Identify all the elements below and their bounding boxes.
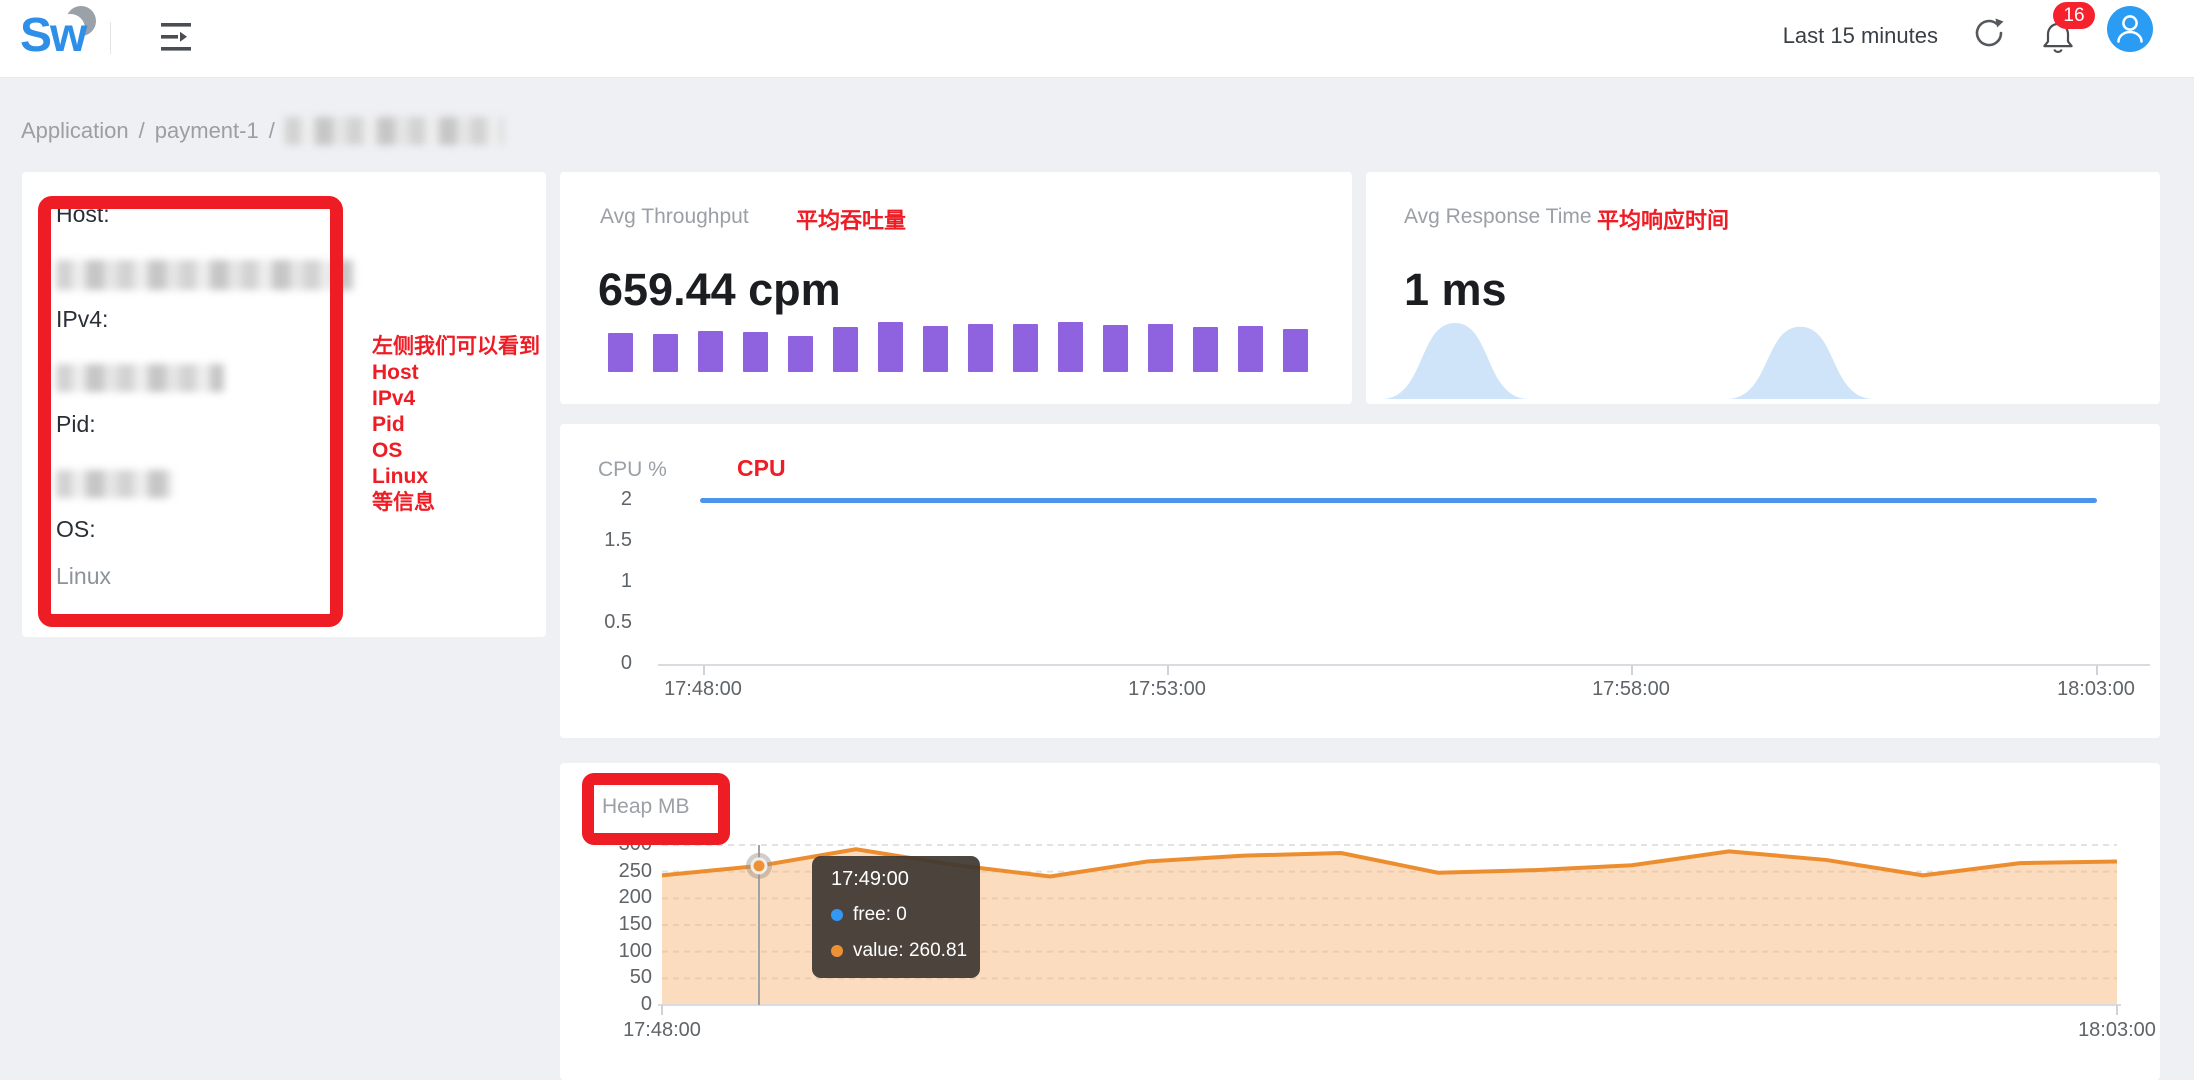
annotation-note-line: Host bbox=[372, 360, 540, 386]
cpu-chart-title: CPU % bbox=[598, 458, 667, 482]
throughput-bar[interactable] bbox=[743, 332, 768, 372]
topbar-divider bbox=[110, 22, 111, 54]
cpu-chart-card[interactable]: CPU % CPU 2 1.5 1 0.5 0 17:48:00 17:53:00 17:5… bbox=[560, 424, 2160, 738]
throughput-bar[interactable] bbox=[1103, 325, 1128, 372]
annotation-note-line: 等信息 bbox=[372, 490, 540, 516]
heap-y-tick-label: 100 bbox=[582, 940, 652, 963]
cpu-x-tick-label: 17:48:00 bbox=[638, 678, 768, 701]
cpu-y-tick-label: 0.5 bbox=[562, 611, 632, 634]
throughput-bar[interactable] bbox=[608, 333, 633, 372]
throughput-bar[interactable] bbox=[1283, 329, 1308, 372]
heap-x-start-label: 17:48:00 bbox=[597, 1019, 727, 1042]
annotation-red-box-host bbox=[38, 196, 343, 627]
annotation-note-line: IPv4 bbox=[372, 386, 540, 412]
annotation-note-line: Linux bbox=[372, 464, 540, 490]
annotation-left-note: 左侧我们可以看到HostIPv4PidOSLinux等信息 bbox=[372, 334, 540, 516]
heap-y-tick-label: 150 bbox=[582, 913, 652, 936]
throughput-bar[interactable] bbox=[1238, 326, 1263, 372]
throughput-bar[interactable] bbox=[1013, 324, 1038, 372]
breadcrumb-separator: / bbox=[139, 118, 145, 144]
annotation-note-line: OS bbox=[372, 438, 540, 464]
cpu-x-tick-label: 17:53:00 bbox=[1102, 678, 1232, 701]
throughput-bar[interactable] bbox=[788, 336, 813, 372]
breadcrumb-separator: / bbox=[269, 118, 275, 144]
cpu-x-tick-label: 17:58:00 bbox=[1566, 678, 1696, 701]
throughput-bar[interactable] bbox=[968, 324, 993, 372]
top-bar: Sw Last 15 minutes 16 bbox=[0, 0, 2194, 78]
user-avatar[interactable] bbox=[2107, 6, 2153, 52]
cpu-y-tick-label: 0 bbox=[562, 652, 632, 675]
breadcrumb-service[interactable]: payment-1 bbox=[155, 118, 259, 144]
breadcrumb-application[interactable]: Application bbox=[21, 118, 129, 144]
response-bump bbox=[1381, 323, 1529, 399]
throughput-bar[interactable] bbox=[1058, 322, 1083, 372]
throughput-value: 659.44 cpm bbox=[598, 264, 841, 316]
heap-area-chart[interactable] bbox=[560, 763, 2160, 1080]
response-bump bbox=[1726, 327, 1874, 399]
heap-x-end-label: 18:03:00 bbox=[2052, 1019, 2182, 1042]
cpu-line-series bbox=[700, 498, 2097, 503]
throughput-bar[interactable] bbox=[1148, 324, 1173, 372]
notification-count-badge: 16 bbox=[2053, 2, 2095, 29]
cpu-y-tick-label: 1.5 bbox=[562, 529, 632, 552]
breadcrumb: Application / payment-1 / bbox=[21, 115, 503, 147]
heap-chart-title: Heap MB bbox=[602, 795, 690, 819]
cpu-x-tick bbox=[1167, 666, 1169, 675]
throughput-bar[interactable] bbox=[1193, 327, 1218, 372]
cpu-y-tick-label: 1 bbox=[562, 570, 632, 593]
cpu-y-tick-label: 2 bbox=[562, 488, 632, 511]
cpu-x-tick bbox=[703, 666, 705, 675]
breadcrumb-instance-redacted bbox=[285, 117, 503, 145]
sidebar-collapse-icon[interactable] bbox=[160, 22, 194, 52]
annotation-throughput: 平均吞吐量 bbox=[796, 203, 906, 235]
cpu-x-tick bbox=[2096, 666, 2098, 675]
avg-throughput-card: Avg Throughput 平均吞吐量 659.44 cpm bbox=[560, 172, 1352, 404]
throughput-title: Avg Throughput bbox=[600, 205, 749, 229]
throughput-bar[interactable] bbox=[653, 334, 678, 372]
heap-y-tick-label: 50 bbox=[582, 966, 652, 989]
cpu-x-axis-line bbox=[658, 664, 2150, 666]
annotation-note-line: Pid bbox=[372, 412, 540, 438]
annotation-note-line: 左侧我们可以看到 bbox=[372, 334, 540, 360]
annotation-cpu: CPU bbox=[737, 455, 786, 482]
throughput-bar[interactable] bbox=[878, 322, 903, 372]
avg-response-time-card: Avg Response Time 平均响应时间 1 ms bbox=[1366, 172, 2160, 404]
cpu-x-tick-label: 18:03:00 bbox=[2031, 678, 2161, 701]
heap-y-tick-label: 250 bbox=[582, 860, 652, 883]
refresh-icon[interactable] bbox=[1970, 14, 2008, 52]
time-range-selector[interactable]: Last 15 minutes bbox=[1783, 23, 1938, 49]
app-logo[interactable]: Sw bbox=[20, 8, 85, 63]
throughput-bar[interactable] bbox=[698, 331, 723, 372]
response-sparkline[interactable] bbox=[1366, 172, 2160, 404]
cpu-x-tick bbox=[1631, 666, 1633, 675]
heap-y-tick-label: 0 bbox=[582, 993, 652, 1016]
heap-chart-card[interactable]: Heap MB 17:48:00 18:03:00 17:49:00 free:… bbox=[560, 763, 2160, 1080]
hover-marker-dot bbox=[752, 859, 766, 873]
throughput-bar[interactable] bbox=[923, 326, 948, 372]
heap-y-tick-label: 200 bbox=[582, 886, 652, 909]
throughput-bar[interactable] bbox=[833, 327, 858, 372]
